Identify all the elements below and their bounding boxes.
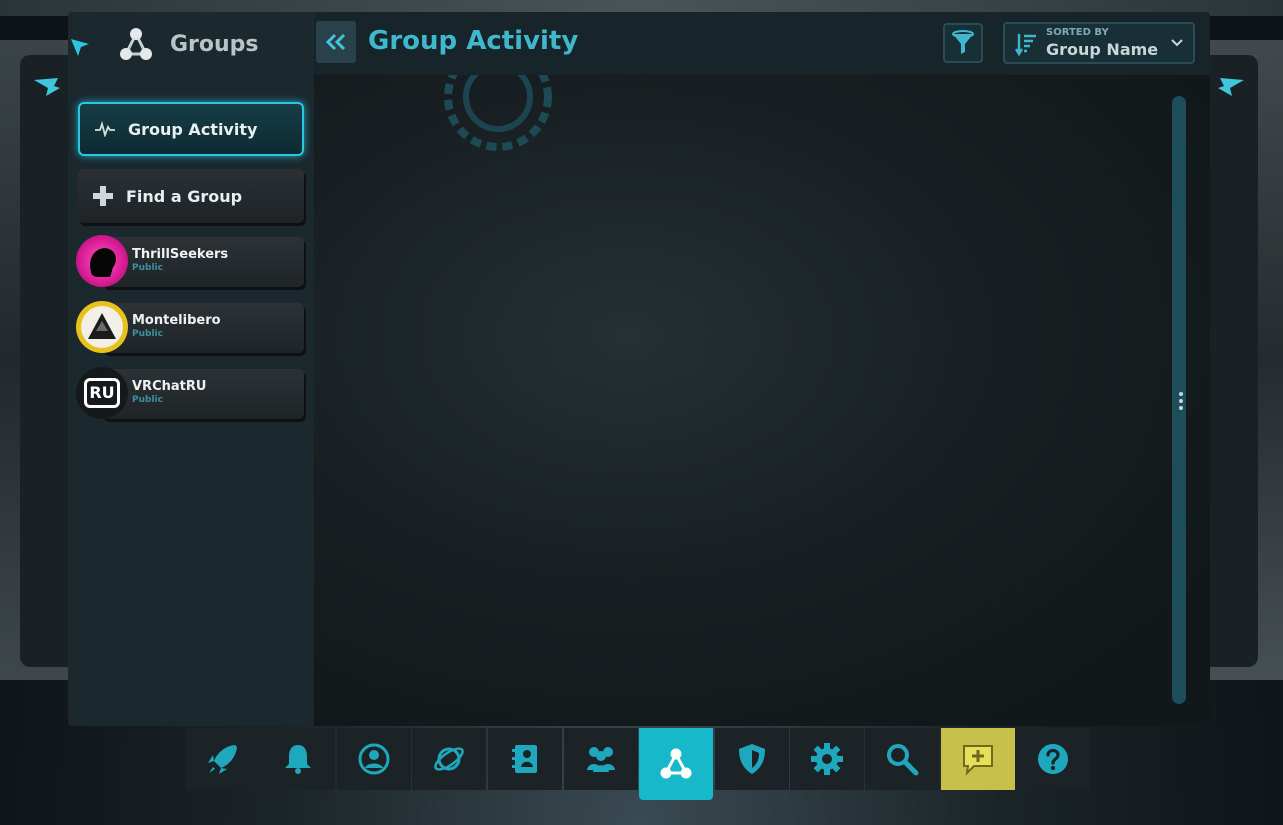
search-icon [887,744,919,776]
group-item-plate [102,303,304,353]
dock-help-button[interactable] [1016,728,1090,790]
nav-group-activity-label: Group Activity [128,119,258,139]
vrchatru-avatar: RU [76,367,128,419]
sort-caption: SORTED BY [1046,27,1109,38]
group-item-thrillseekers[interactable]: ThrillSeekers Public [76,235,304,289]
double-chevron-left-icon [325,33,346,51]
sidebar: Groups Group Activity Find a Group Thril… [68,12,314,726]
page-title: Group Activity [368,26,579,56]
dock-launch-button[interactable] [186,728,260,790]
cursor-icon [70,38,90,58]
nav-find-a-group-label: Find a Group [126,186,243,206]
bell-icon [285,745,311,774]
group-item-plate [102,237,304,287]
activity-icon [95,121,115,137]
rocket-icon [208,745,237,774]
group-name: ThrillSeekers [132,247,229,262]
filter-button[interactable] [943,23,983,63]
nav-group-activity[interactable]: Group Activity [78,102,304,156]
help-icon [1038,744,1068,774]
friends-icon [587,747,615,772]
group-privacy: Public [132,329,163,339]
activity-feed-area [314,75,1210,726]
right-side-panel [1210,55,1258,667]
group-item-montelibero[interactable]: Montelibero Public [76,301,304,355]
dock-safety-button[interactable] [715,728,789,790]
group-item-plate [102,369,304,419]
sort-value: Group Name [1046,40,1159,59]
more-options-icon[interactable] [1179,392,1183,413]
add-chat-icon [963,745,993,776]
dock-chat-button[interactable] [941,728,1015,790]
planet-icon [434,747,464,771]
dock-notifications-button[interactable] [261,728,335,790]
dock-profile-button[interactable] [337,728,411,790]
sort-dropdown[interactable]: SORTED BY Group Name [1003,22,1195,64]
background-ring-decoration [444,75,552,151]
vrchatru-avatar-text: RU [84,378,120,408]
collapse-sidebar-button[interactable] [316,21,356,63]
content-header: Group Activity SORTED BY Group Name [314,12,1210,75]
filter-funnel-icon [952,30,974,54]
left-wing-icon[interactable] [32,76,62,98]
sidebar-header: Groups [116,26,259,62]
dock-settings-button[interactable] [790,728,864,790]
montelibero-avatar [76,301,128,353]
chevron-down-icon [1171,39,1183,47]
sort-icon [1015,34,1036,56]
group-item-vrchatru[interactable]: RU VRChatRU Public [76,367,304,421]
group-name: Montelibero [132,313,221,328]
dock-avatars-button[interactable] [488,728,562,790]
avatar-book-icon [512,745,537,773]
main-window: Groups Group Activity Find a Group Thril… [68,12,1210,726]
nav-find-a-group[interactable]: Find a Group [78,169,304,223]
group-privacy: Public [132,263,163,273]
thrillseekers-avatar [76,235,128,287]
bottom-dock [186,728,1091,800]
settings-gear-icon [811,743,843,775]
sidebar-title: Groups [170,31,259,57]
group-privacy: Public [132,395,163,405]
dock-groups-button[interactable] [639,728,713,800]
shield-icon [739,744,765,774]
profile-icon [358,743,390,775]
content-panel: Group Activity SORTED BY Group Name [314,12,1210,726]
dock-social-button[interactable] [564,728,638,790]
dock-worlds-button[interactable] [412,728,486,790]
groups-network-icon [120,28,152,60]
group-name: VRChatRU [132,379,207,394]
groups-icon [660,748,692,779]
dock-search-button[interactable] [865,728,939,790]
plus-icon [93,186,113,206]
right-wing-icon[interactable] [1216,76,1246,98]
left-side-panel [20,55,68,667]
